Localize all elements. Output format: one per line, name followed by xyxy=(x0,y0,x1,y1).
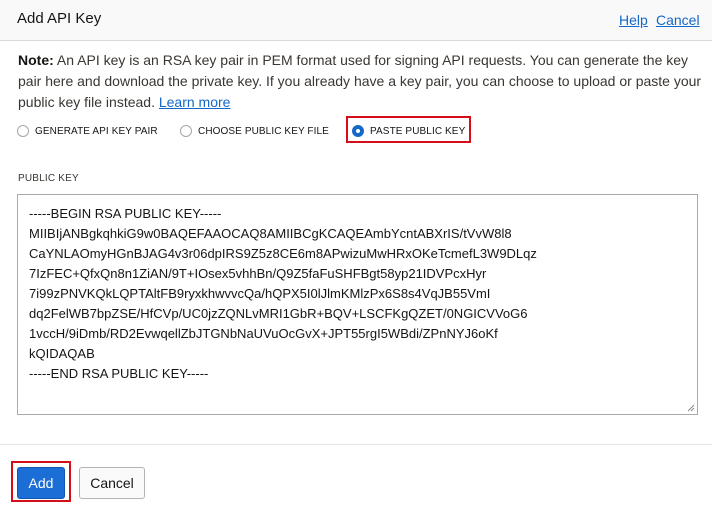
radio-unchecked-icon[interactable] xyxy=(180,125,192,137)
radio-label-generate: GENERATE API KEY PAIR xyxy=(35,125,158,137)
key-line: MIIBIjANBgkqhkiG9w0BAQEFAAOCAQ8AMIIBCgKC… xyxy=(29,226,512,241)
key-line: 1vccH/9iDmb/RD2EvwqellZbJTGNbNaUVuOcGvX+… xyxy=(29,326,498,341)
learn-more-link[interactable]: Learn more xyxy=(159,94,231,110)
footer-divider xyxy=(0,444,712,445)
paste-option-highlight xyxy=(346,116,471,143)
key-line: dq2FelWB7bpZSE/HfCVp/UC0jzZQNLvMRI1GbR+B… xyxy=(29,306,528,321)
public-key-textarea[interactable]: -----BEGIN RSA PUBLIC KEY----- MIIBIjANB… xyxy=(17,194,698,415)
key-line: kQIDAQAB xyxy=(29,346,95,361)
radio-choose-public-key-file[interactable]: CHOOSE PUBLIC KEY FILE xyxy=(180,121,329,141)
radio-label-choose-file: CHOOSE PUBLIC KEY FILE xyxy=(198,125,329,137)
add-api-key-dialog: Add API Key Help Cancel Note: An API key… xyxy=(0,0,712,506)
radio-unchecked-icon[interactable] xyxy=(17,125,29,137)
key-line: CaYNLAOmyHGnBJAG4v3r06dpIRS9Z5z8CE6m8APw… xyxy=(29,246,537,261)
radio-generate-key-pair[interactable]: GENERATE API KEY PAIR xyxy=(17,121,158,141)
key-line: -----END RSA PUBLIC KEY----- xyxy=(29,366,209,381)
dialog-title: Add API Key xyxy=(17,10,102,27)
dialog-header: Add API Key Help Cancel xyxy=(0,0,712,41)
note-body: An API key is an RSA key pair in PEM for… xyxy=(18,52,702,110)
public-key-label: PUBLIC KEY xyxy=(18,173,79,184)
resize-grip-icon[interactable] xyxy=(687,404,695,412)
help-link[interactable]: Help xyxy=(619,12,648,28)
key-line: 7i99zPNVKQkLQPTAltFB9ryxkhwvvcQa/hQPX5I0… xyxy=(29,286,491,301)
cancel-button[interactable]: Cancel xyxy=(79,467,145,499)
note-text: Note: An API key is an RSA key pair in P… xyxy=(18,50,702,113)
note-label: Note: xyxy=(18,52,54,68)
key-line: 7IzFEC+QfxQn8n1ZiAN/9T+IOsex5vhhBn/Q9Z5f… xyxy=(29,266,487,281)
key-line: -----BEGIN RSA PUBLIC KEY----- xyxy=(29,206,222,221)
header-cancel-link[interactable]: Cancel xyxy=(656,12,700,28)
add-button[interactable]: Add xyxy=(17,467,65,499)
